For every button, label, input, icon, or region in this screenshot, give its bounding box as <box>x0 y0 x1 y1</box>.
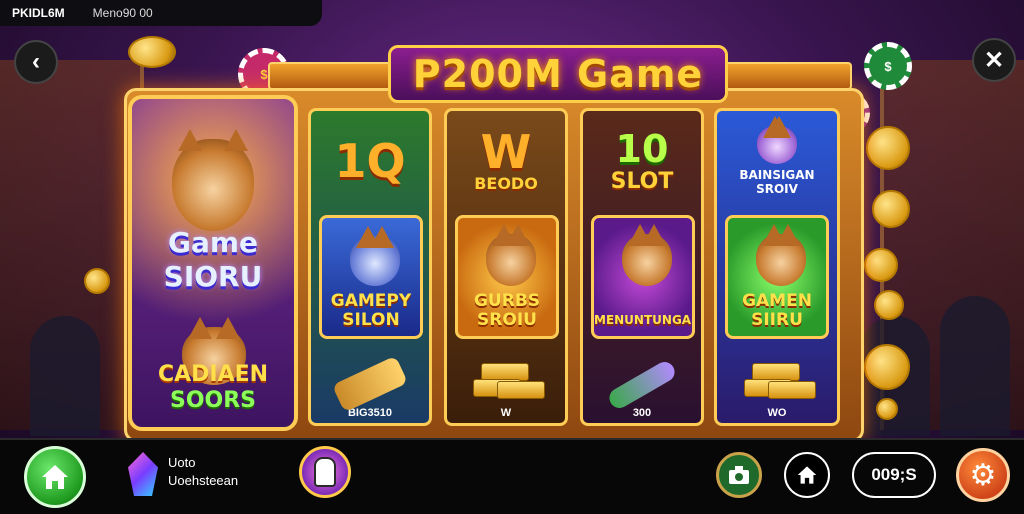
close-button[interactable]: ✕ <box>972 38 1016 82</box>
back-icon: ‹ <box>32 48 40 75</box>
crowd-silhouette <box>940 296 1010 436</box>
game-card-label: MENUNTUNGAN <box>594 313 695 327</box>
column-header: 1Q <box>311 111 429 211</box>
column-subheader-text: SLOT <box>610 168 674 194</box>
column-subheader-text: BAINSIGAN SROIV <box>739 168 815 196</box>
column-header: W BEODO <box>447 111 565 211</box>
coin-icon <box>876 398 898 420</box>
settings-button[interactable]: ⚙ <box>956 448 1010 502</box>
coin-icon <box>864 248 898 282</box>
reward-label: 300 <box>632 407 652 419</box>
profile-name: Uoto <box>168 455 196 470</box>
column-reward: BIG3510 <box>311 343 429 423</box>
column-header-text: 1Q <box>334 134 406 188</box>
game-card[interactable]: GAMEN SIIRU <box>725 215 829 339</box>
game-card-label: GURBS SROIU <box>473 291 541 330</box>
cat-mascot-icon <box>756 224 806 286</box>
lobby-button[interactable] <box>784 452 830 498</box>
game-column-1[interactable]: 1Q GAMEPY SILON BIG3510 <box>308 108 432 426</box>
status-bar: PKIDL6M Meno90 00 <box>0 0 322 26</box>
coin-icon <box>872 190 910 228</box>
featured-title-text: Game SIORU <box>163 226 263 293</box>
game-card[interactable]: GAMEPY SILON <box>319 215 423 339</box>
avatar <box>314 457 336 487</box>
featured-sub-line2: SOORS <box>169 388 257 413</box>
gold-bars-icon <box>471 359 545 401</box>
column-reward: 300 <box>583 343 701 423</box>
game-card[interactable]: GURBS SROIU <box>455 215 559 339</box>
game-card-label: GAMEN SIIRU <box>742 291 812 330</box>
coin-icon <box>874 290 904 320</box>
reward-label: BIG3510 <box>347 407 393 419</box>
profile-info: Uoto Uoehsteean <box>168 454 238 490</box>
home-button[interactable] <box>24 446 86 508</box>
game-column-3[interactable]: 10 SLOT MENUNTUNGAN 300 <box>580 108 704 426</box>
game-column-4[interactable]: BAINSIGAN SROIV GAMEN SIIRU WO <box>714 108 840 426</box>
crowd-silhouette <box>30 316 100 436</box>
column-header: 10 SLOT <box>583 111 701 211</box>
game-card[interactable]: MENUNTUNGAN <box>591 215 695 339</box>
column-subheader-text: BEODO <box>474 173 538 193</box>
featured-game-subtitle: CADIAEN SOORS <box>128 362 298 414</box>
featured-game-title: Game SIORU <box>128 226 298 294</box>
column-header: BAINSIGAN SROIV <box>717 111 837 211</box>
game-card-label: GAMEPY SILON <box>330 291 412 330</box>
poker-chip-icon: $ <box>864 42 912 90</box>
column-header-text: W <box>480 124 532 179</box>
featured-sub-line1: CADIAEN <box>157 362 269 387</box>
profile-subtitle: Uoehsteean <box>168 473 239 488</box>
coin-icon <box>864 344 910 390</box>
column-header-text: 10 <box>615 126 669 171</box>
game-title: P200M Game <box>387 45 729 103</box>
cat-mascot-icon <box>757 116 797 164</box>
coin-icon <box>84 268 110 294</box>
column-reward: W <box>447 343 565 423</box>
gear-icon: ⚙ <box>969 458 997 492</box>
cat-mascot-icon <box>486 224 536 286</box>
status-right: Meno90 00 <box>92 6 153 20</box>
score-display: 009;S <box>852 452 936 498</box>
reward-label: WO <box>767 407 787 419</box>
column-reward: WO <box>717 343 837 423</box>
cat-mascot-icon <box>172 129 254 231</box>
title-banner: P200M Game <box>268 44 852 104</box>
score-value: 009;S <box>871 465 917 484</box>
game-column-2[interactable]: W BEODO GURBS SROIU W <box>444 108 568 426</box>
camera-button[interactable] <box>716 452 762 498</box>
camera-icon <box>729 466 749 484</box>
bullet-icon <box>605 358 679 412</box>
bullet-icon <box>331 355 409 413</box>
home-icon <box>42 465 68 489</box>
coin-icon <box>866 126 910 170</box>
coin-icon <box>128 36 176 68</box>
cat-mascot-icon <box>350 226 400 286</box>
status-left: PKIDL6M <box>12 6 65 20</box>
close-icon: ✕ <box>983 46 1005 74</box>
gold-bars-icon <box>742 359 816 401</box>
cat-mascot-icon <box>622 224 672 286</box>
avatar-button[interactable] <box>299 446 351 498</box>
back-button[interactable]: ‹ <box>14 40 58 84</box>
home-icon <box>797 466 817 484</box>
reward-label: W <box>500 407 512 419</box>
